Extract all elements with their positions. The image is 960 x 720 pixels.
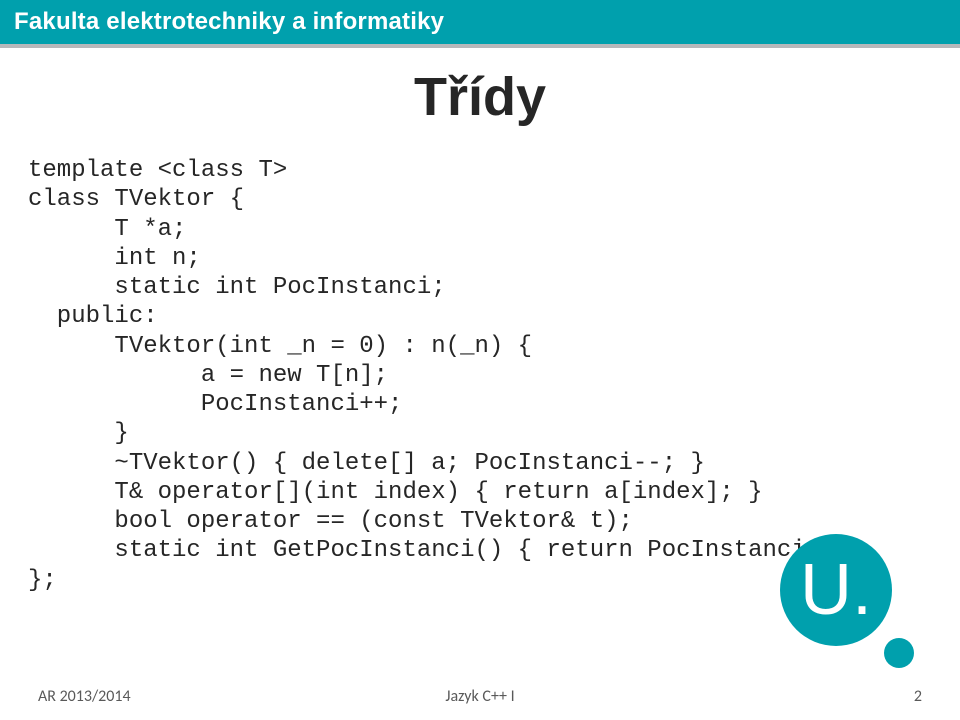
page-title: Třídy bbox=[0, 66, 960, 128]
logo-small-circle bbox=[884, 638, 914, 668]
code-line: ~TVektor() { delete[] a; PocInstanci--; … bbox=[28, 450, 705, 477]
code-line: T& operator[](int index) { return a[inde… bbox=[28, 479, 763, 506]
code-line: }; bbox=[28, 567, 57, 594]
code-line: T *a; bbox=[28, 216, 186, 243]
code-line: } bbox=[28, 420, 129, 447]
university-logo: U. bbox=[780, 534, 908, 674]
code-line: public: bbox=[28, 303, 158, 330]
code-line: PocInstanci++; bbox=[28, 391, 402, 418]
code-block: template <class T> class TVektor { T *a;… bbox=[28, 156, 928, 595]
logo-letter: U. bbox=[780, 534, 892, 646]
code-line: static int GetPocInstanci() { return Poc… bbox=[28, 537, 849, 564]
header-title: Fakulta elektrotechniky a informatiky bbox=[14, 8, 444, 36]
code-line: class TVektor { bbox=[28, 186, 244, 213]
slide: Fakulta elektrotechniky a informatiky Tř… bbox=[0, 0, 960, 720]
footer-center: Jazyk C++ I bbox=[0, 687, 960, 706]
code-line: int n; bbox=[28, 245, 201, 272]
code-line: template <class T> bbox=[28, 157, 287, 184]
header-underline bbox=[0, 44, 960, 48]
code-line: TVektor(int _n = 0) : n(_n) { bbox=[28, 333, 532, 360]
code-line: bool operator == (const TVektor& t); bbox=[28, 508, 633, 535]
code-line: a = new T[n]; bbox=[28, 362, 388, 389]
header-bar: Fakulta elektrotechniky a informatiky bbox=[0, 0, 960, 44]
footer: AR 2013/2014 Jazyk C++ I 2 bbox=[0, 687, 960, 706]
code-line: static int PocInstanci; bbox=[28, 274, 446, 301]
